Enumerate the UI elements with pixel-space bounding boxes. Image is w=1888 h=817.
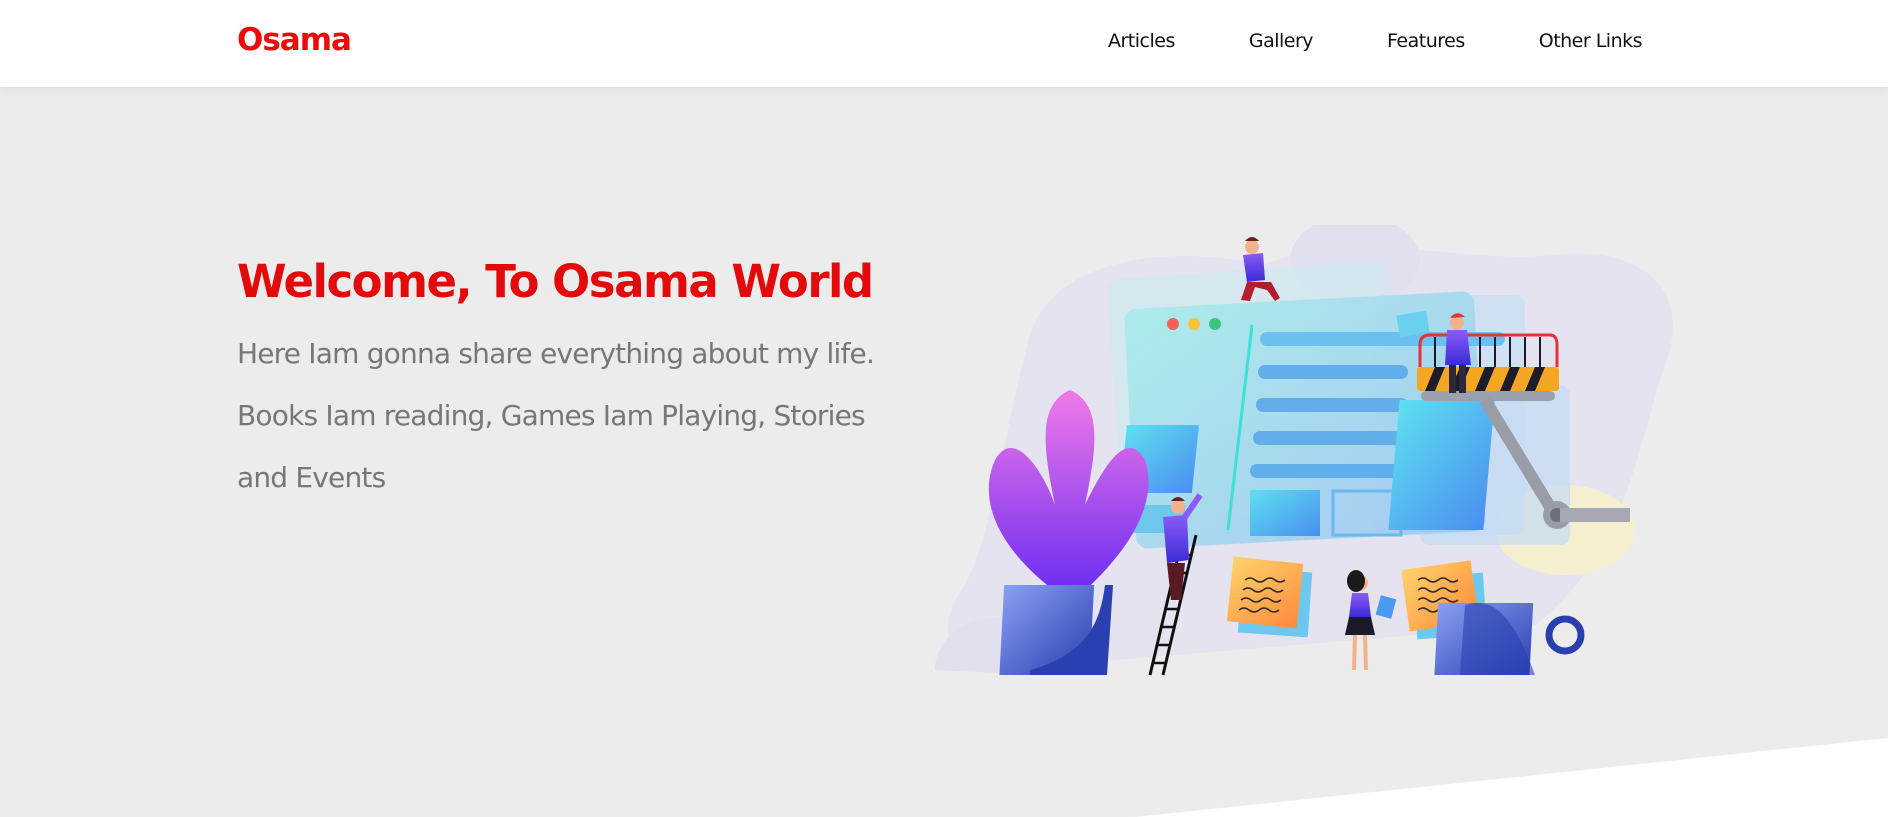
- site-logo[interactable]: Osama: [237, 22, 352, 58]
- hero-title: Welcome, To Osama World: [237, 255, 874, 308]
- hero-line-1: Here Iam gonna share everything about my…: [237, 337, 875, 370]
- hero-line-3: and Events: [237, 461, 386, 494]
- hero-line-2: Books Iam reading, Games Iam Playing, St…: [237, 399, 866, 432]
- hero-illustration: [935, 225, 1673, 676]
- nav-link-gallery[interactable]: Gallery: [1249, 30, 1314, 52]
- site-header: Osama Articles Gallery Features Other Li…: [0, 0, 1888, 87]
- nav-link-articles[interactable]: Articles: [1108, 30, 1175, 52]
- nav-link-features[interactable]: Features: [1387, 30, 1465, 52]
- hero-description: Here Iam gonna share everything about my…: [237, 323, 877, 509]
- main-nav: Articles Gallery Features Other Links: [1108, 30, 1643, 52]
- nav-link-other-links[interactable]: Other Links: [1539, 30, 1643, 52]
